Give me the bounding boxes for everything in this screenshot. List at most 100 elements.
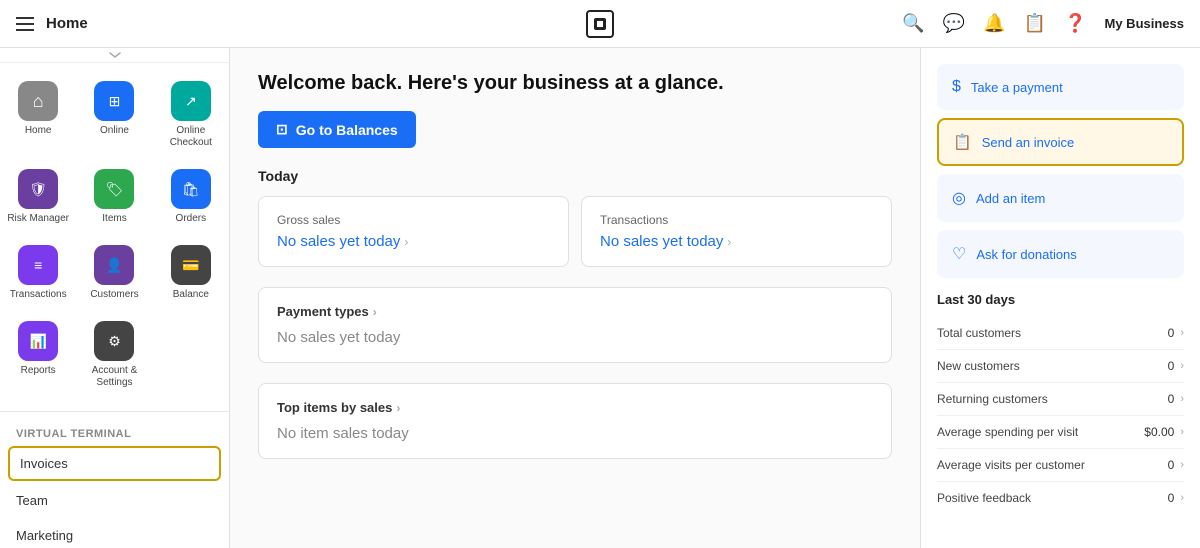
notification-icon[interactable]: 🔔 [983, 13, 1005, 34]
sidebar-item-balance-label: Balance [173, 289, 209, 301]
stat-total-customers-value: 0 [1168, 326, 1175, 340]
search-icon[interactable]: 🔍 [902, 13, 924, 34]
sidebar-divider [0, 411, 229, 412]
sidebar-item-balance[interactable]: 💳 Balance [153, 235, 229, 311]
balance-icon: 💳 [171, 245, 211, 285]
main-content: Welcome back. Here's your business at a … [230, 48, 920, 548]
stat-total-customers-chevron: › [1180, 327, 1184, 339]
ask-donations-action[interactable]: ♡ Ask for donations [937, 230, 1184, 278]
today-section-title: Today [258, 168, 892, 184]
square-logo [586, 10, 614, 38]
send-invoice-label: Send an invoice [982, 135, 1075, 150]
transactions-card: Transactions No sales yet today › [581, 196, 892, 267]
risk-manager-icon: 🛡 [18, 169, 58, 209]
add-item-icon: ◎ [952, 188, 966, 208]
sidebar-item-transactions[interactable]: ≡ Transactions [0, 235, 76, 311]
payment-types-value: No sales yet today [277, 329, 873, 346]
stat-avg-spending-chevron: › [1180, 426, 1184, 438]
transactions-icon: ≡ [18, 245, 58, 285]
stat-avg-visits-value: 0 [1168, 458, 1175, 472]
send-invoice-action[interactable]: 📋 Send an invoice [937, 118, 1184, 166]
online-checkout-icon: ↗ [171, 81, 211, 121]
chat-icon[interactable]: 💬 [943, 13, 965, 34]
stat-new-customers-label: New customers [937, 359, 1020, 373]
stat-new-customers[interactable]: New customers 0 › [937, 350, 1184, 383]
online-icon: ⊞ [94, 81, 134, 121]
sidebar-item-risk-manager[interactable]: 🛡 Risk Manager [0, 159, 76, 235]
sidebar-item-risk-manager-label: Risk Manager [7, 213, 69, 225]
payment-types-chevron: › [373, 305, 377, 319]
stat-positive-feedback-label: Positive feedback [937, 491, 1031, 505]
today-cards: Gross sales No sales yet today › Transac… [258, 196, 892, 267]
nav-home-label: Home [46, 15, 88, 32]
sidebar-item-account-settings-label: Account & Settings [80, 365, 148, 389]
take-payment-icon: $ [952, 78, 961, 96]
stat-positive-feedback[interactable]: Positive feedback 0 › [937, 482, 1184, 514]
items-icon: 🏷 [94, 169, 134, 209]
send-invoice-icon: 📋 [953, 133, 972, 151]
payment-types-header: Payment types › [277, 304, 873, 319]
ask-donations-label: Ask for donations [976, 247, 1076, 262]
top-nav-right: 🔍 💬 🔔 📋 ❓ My Business [902, 13, 1184, 34]
sidebar-item-account-settings[interactable]: ⚙ Account & Settings [76, 311, 152, 399]
right-panel: $ Take a payment 📋 Send an invoice ◎ Add… [920, 48, 1200, 548]
top-items-chevron: › [396, 401, 400, 415]
welcome-text: Welcome back. Here's your business at a … [258, 72, 892, 95]
top-items-section: Top items by sales › No item sales today [258, 383, 892, 459]
reports-icon: 📊 [18, 321, 58, 361]
home-icon: ⌂ [18, 81, 58, 121]
hamburger-menu[interactable] [16, 17, 34, 31]
transactions-chevron: › [727, 235, 731, 249]
stat-returning-customers-label: Returning customers [937, 392, 1048, 406]
balances-btn-label: Go to Balances [296, 122, 398, 138]
help-icon[interactable]: ❓ [1064, 13, 1086, 34]
account-settings-icon: ⚙ [94, 321, 134, 361]
sidebar-item-online-label: Online [100, 125, 129, 137]
stat-avg-visits[interactable]: Average visits per customer 0 › [937, 449, 1184, 482]
take-payment-action[interactable]: $ Take a payment [937, 64, 1184, 110]
go-to-balances-button[interactable]: ⊡ Go to Balances [258, 111, 416, 148]
sidebar-item-home[interactable]: ⌂ Home [0, 71, 76, 159]
payment-types-section: Payment types › No sales yet today [258, 287, 892, 363]
top-nav: Home 🔍 💬 🔔 📋 ❓ My Business [0, 0, 1200, 48]
last30-title: Last 30 days [937, 292, 1184, 307]
gross-sales-card: Gross sales No sales yet today › [258, 196, 569, 267]
sidebar-item-customers-label: Customers [90, 289, 138, 301]
body-wrap: ⌂ Home ⊞ Online ↗ Online Checkout 🛡 Risk… [0, 48, 1200, 548]
stat-positive-feedback-chevron: › [1180, 492, 1184, 504]
sidebar-item-team[interactable]: Team [0, 483, 229, 518]
sidebar-item-reports-label: Reports [21, 365, 56, 377]
stat-new-customers-value: 0 [1168, 359, 1175, 373]
sidebar-item-online[interactable]: ⊞ Online [76, 71, 152, 159]
sidebar-item-marketing[interactable]: Marketing [0, 518, 229, 548]
sidebar-item-invoices[interactable]: Invoices [8, 446, 221, 481]
gross-sales-chevron: › [404, 235, 408, 249]
sidebar-item-reports[interactable]: 📊 Reports [0, 311, 76, 399]
sidebar-item-online-checkout[interactable]: ↗ Online Checkout [153, 71, 229, 159]
document-icon[interactable]: 📋 [1024, 13, 1046, 34]
sidebar-section-virtual-terminal: Virtual Terminal [0, 416, 229, 444]
top-nav-center [586, 10, 614, 38]
sidebar: ⌂ Home ⊞ Online ↗ Online Checkout 🛡 Risk… [0, 48, 230, 548]
orders-icon: 🛍 [171, 169, 211, 209]
transactions-card-value: No sales yet today › [600, 233, 873, 250]
add-item-label: Add an item [976, 191, 1045, 206]
top-items-value: No item sales today [277, 425, 873, 442]
gross-sales-label: Gross sales [277, 213, 550, 227]
stat-avg-visits-label: Average visits per customer [937, 458, 1085, 472]
sidebar-item-items[interactable]: 🏷 Items [76, 159, 152, 235]
stat-returning-customers[interactable]: Returning customers 0 › [937, 383, 1184, 416]
balances-btn-icon: ⊡ [276, 121, 288, 138]
sidebar-item-online-checkout-label: Online Checkout [157, 125, 225, 149]
my-business-label[interactable]: My Business [1105, 16, 1184, 31]
sidebar-item-customers[interactable]: 👤 Customers [76, 235, 152, 311]
sidebar-item-orders[interactable]: 🛍 Orders [153, 159, 229, 235]
add-item-action[interactable]: ◎ Add an item [937, 174, 1184, 222]
stat-total-customers[interactable]: Total customers 0 › [937, 317, 1184, 350]
stat-avg-spending-label: Average spending per visit [937, 425, 1078, 439]
stat-avg-spending[interactable]: Average spending per visit $0.00 › [937, 416, 1184, 449]
stat-avg-visits-chevron: › [1180, 459, 1184, 471]
sidebar-item-home-label: Home [25, 125, 52, 137]
gross-sales-value: No sales yet today › [277, 233, 550, 250]
sidebar-item-orders-label: Orders [176, 213, 207, 225]
